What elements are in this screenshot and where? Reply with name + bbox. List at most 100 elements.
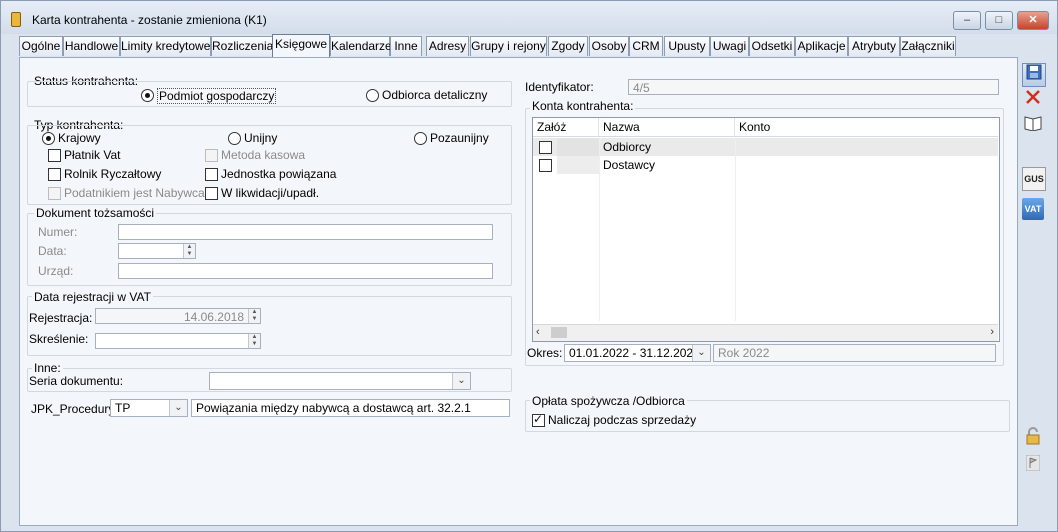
tab-kalendarze[interactable]: Kalendarze — [330, 36, 392, 56]
ksiegowe-panel: Status kontrahenta: Podmiot gospodarczy … — [19, 57, 1018, 526]
book-button[interactable] — [1022, 115, 1044, 137]
scroll-left-icon[interactable]: ‹ — [536, 326, 540, 338]
tab-rozliczenia[interactable]: Rozliczenia — [211, 36, 273, 56]
likwidacja-label: W likwidacji/upadł. — [221, 186, 320, 200]
skreslenie-spinner-icon[interactable]: ▲ ▼ — [248, 334, 260, 348]
tab-ogolne[interactable]: Ogólne — [19, 36, 63, 56]
numer-label: Numer: — [38, 225, 78, 239]
radio-odbiorca-label: Odbiorca detaliczny — [382, 88, 488, 102]
tab-odsetki[interactable]: Odsetki — [749, 36, 795, 56]
checkbox-naliczaj[interactable] — [532, 412, 545, 427]
rejestracja-value: 14.06.2018 — [183, 310, 244, 324]
data-spinner-icon[interactable]: ▲ ▼ — [183, 244, 195, 258]
identyfikator-label: Identyfikator: — [525, 80, 594, 94]
dokument-title: Dokument tożsamości — [34, 206, 157, 220]
jpk-description-text: Powiązania między nabywcą a dostawcą art… — [196, 401, 471, 415]
radio-podmiot-gospodarczy[interactable] — [141, 89, 154, 102]
maximize-button[interactable]: □ — [985, 11, 1013, 30]
chevron-down-icon[interactable]: ⌄ — [692, 345, 710, 361]
okres-year-field: Rok 2022 — [713, 344, 996, 362]
urzad-field[interactable] — [118, 263, 493, 279]
flag-button[interactable] — [1022, 454, 1044, 477]
radio-unijny[interactable] — [228, 132, 241, 145]
row-checkbox[interactable] — [539, 141, 552, 154]
checkbox-w-likwidacji[interactable] — [205, 187, 218, 200]
okres-label: Okres: — [527, 346, 563, 360]
chevron-down-icon[interactable]: ⌄ — [452, 373, 470, 389]
tab-crm[interactable]: CRM — [629, 36, 663, 56]
numer-field[interactable] — [118, 224, 493, 240]
close-button[interactable]: ✕ — [1017, 11, 1049, 30]
checkbox-metoda-kasowa[interactable] — [205, 149, 218, 162]
scroll-right-icon[interactable]: › — [990, 326, 994, 338]
tab-inne[interactable]: Inne — [390, 36, 422, 56]
oplata-title: Opłata spożywcza /Odbiorca — [530, 394, 687, 408]
tab-atrybuty[interactable]: Atrybuty — [848, 36, 900, 56]
tab-grupy-i-rejony[interactable]: Grupy i rejony — [470, 36, 547, 56]
tab-limity-kredytowe[interactable]: Limity kredytowe — [120, 36, 211, 56]
lock-button[interactable] — [1022, 427, 1044, 449]
seria-dropdown[interactable]: ⌄ — [209, 372, 471, 390]
konta-title: Konta kontrahenta: — [530, 99, 636, 113]
cancel-button[interactable] — [1022, 89, 1044, 111]
checkbox-podatnik-nabywca[interactable] — [48, 187, 61, 200]
konta-table[interactable]: Załóż konto Nazwa Konto Odbiorcy Dostawc… — [532, 117, 1000, 342]
col-nazwa[interactable]: Nazwa — [599, 118, 735, 137]
row-nazwa: Odbiorcy — [603, 140, 652, 154]
window-title: Karta kontrahenta - zostanie zmieniona (… — [32, 13, 267, 27]
checkbox-platnik-vat[interactable] — [48, 149, 61, 162]
gus-button[interactable]: GUS — [1022, 167, 1046, 191]
identyfikator-field[interactable]: 4/5 — [628, 79, 999, 95]
tab-aplikacje[interactable]: Aplikacje — [795, 36, 848, 56]
radio-pozaunijny-label: Pozaunijny — [430, 131, 489, 145]
row-checkbox[interactable] — [539, 159, 552, 172]
table-row[interactable]: Odbiorcy — [533, 138, 998, 156]
data-label: Data: — [38, 244, 67, 258]
scrollbar-thumb[interactable] — [551, 327, 567, 338]
chevron-down-icon[interactable]: ⌄ — [169, 400, 187, 416]
okres-year-value: Rok 2022 — [718, 346, 770, 360]
title-bar: Karta kontrahenta - zostanie zmieniona (… — [1, 1, 1057, 34]
urzad-label: Urząd: — [38, 264, 74, 278]
col-zaloz-konto[interactable]: Załóż konto — [533, 118, 599, 153]
radio-odbiorca-detaliczny[interactable] — [366, 89, 379, 102]
save-icon — [1026, 64, 1042, 80]
vat-icon: VAT — [1024, 204, 1042, 214]
vat-button[interactable]: VAT — [1022, 198, 1044, 220]
identyfikator-value: 4/5 — [633, 81, 650, 95]
tab-handlowe[interactable]: Handlowe — [63, 36, 120, 56]
horizontal-scrollbar[interactable]: ‹ › — [533, 324, 998, 341]
col-konto[interactable]: Konto — [735, 118, 998, 137]
row-nazwa: Dostawcy — [603, 158, 656, 172]
radio-krajowy[interactable] — [42, 132, 55, 145]
tab-upusty[interactable]: Upusty — [664, 36, 710, 56]
tab-uwagi[interactable]: Uwagi — [710, 36, 749, 56]
rejestracja-spinner-icon[interactable]: ▲ ▼ — [248, 309, 260, 323]
table-row[interactable]: Dostawcy — [533, 156, 998, 174]
skreslenie-field[interactable]: ▲ ▼ — [95, 333, 261, 349]
tab-ksiegowe[interactable]: Księgowe — [272, 34, 330, 58]
radio-krajowy-label: Krajowy — [58, 131, 101, 145]
flag-icon — [1025, 454, 1041, 472]
tab-adresy[interactable]: Adresy — [426, 36, 469, 56]
gus-icon: GUS — [1024, 174, 1044, 184]
minimize-button[interactable]: – — [953, 11, 981, 30]
book-icon — [1024, 116, 1042, 132]
checkbox-rolnik-ryczaltowy[interactable] — [48, 168, 61, 181]
platnik-vat-label: Płatnik Vat — [64, 148, 121, 162]
jpk-code-dropdown[interactable]: TP ⌄ — [110, 399, 188, 417]
naliczaj-label: Naliczaj podczas sprzedaży — [548, 413, 697, 427]
jpk-label: JPK_Procedury: — [31, 402, 118, 416]
jednostka-label: Jednostka powiązana — [221, 167, 337, 181]
okres-dropdown[interactable]: 01.01.2022 - 31.12.2022 ⌄ — [564, 344, 711, 362]
tab-zgody[interactable]: Zgody — [548, 36, 588, 56]
tab-osoby[interactable]: Osoby — [589, 36, 629, 56]
app-icon — [11, 12, 21, 27]
rejestracja-field[interactable]: 14.06.2018 ▲ ▼ — [95, 308, 261, 324]
vat-title: Data rejestracji w VAT — [32, 290, 153, 304]
radio-pozaunijny[interactable] — [414, 132, 427, 145]
tab-zalaczniki[interactable]: Załączniki — [900, 36, 956, 56]
checkbox-jednostka-powiazana[interactable] — [205, 168, 218, 181]
save-button[interactable] — [1022, 63, 1046, 87]
data-field[interactable]: ▲ ▼ — [118, 243, 196, 259]
